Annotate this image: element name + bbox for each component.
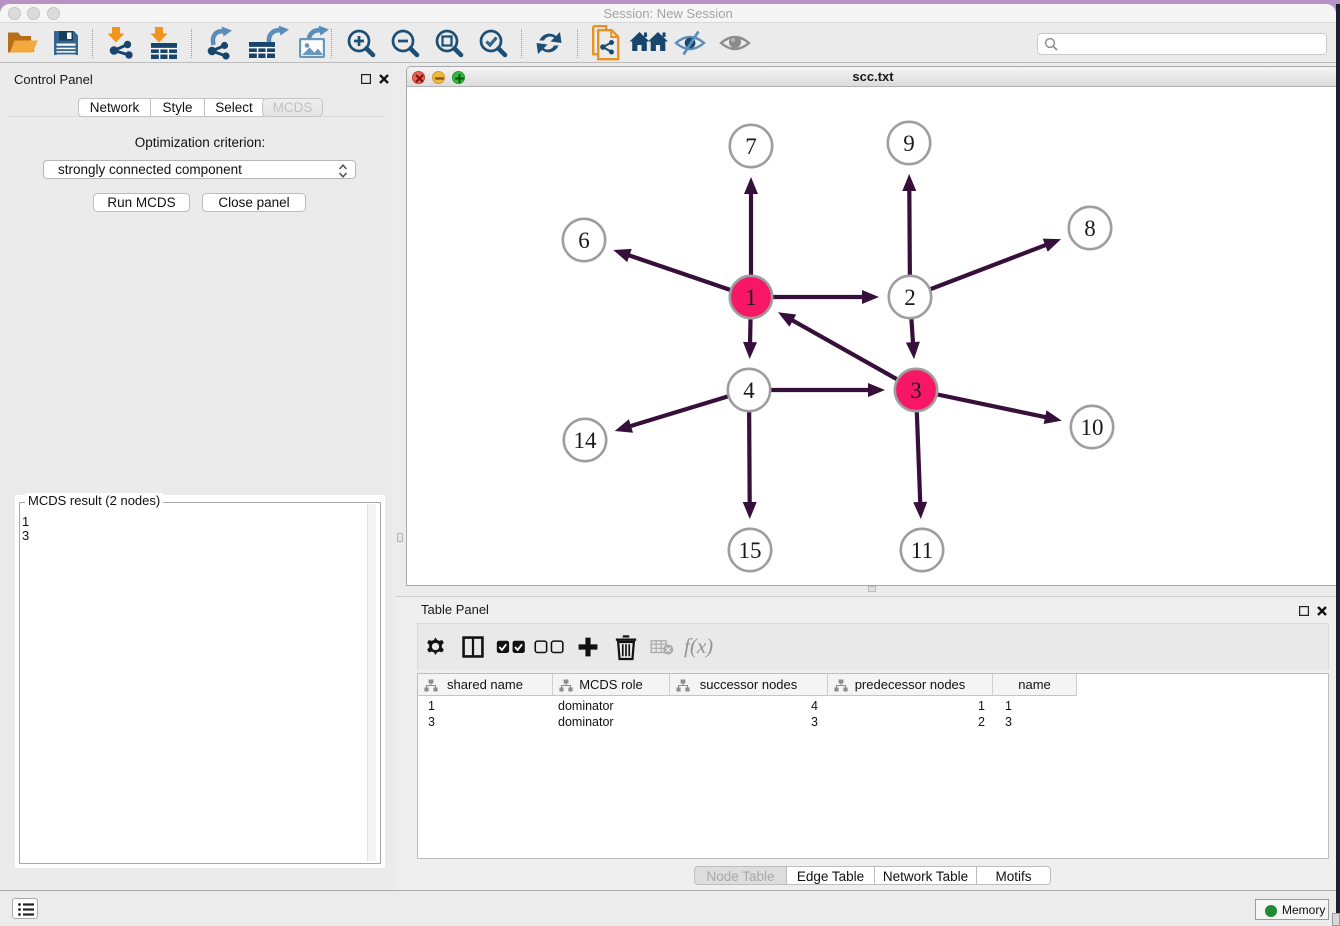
svg-text:6: 6 xyxy=(578,228,590,253)
svg-text:15: 15 xyxy=(739,538,762,563)
svg-text:7: 7 xyxy=(745,134,757,159)
svg-text:4: 4 xyxy=(743,378,755,403)
svg-text:1: 1 xyxy=(745,285,757,310)
svg-text:8: 8 xyxy=(1084,216,1096,241)
svg-text:10: 10 xyxy=(1081,415,1104,440)
svg-text:3: 3 xyxy=(910,378,922,403)
svg-text:9: 9 xyxy=(903,131,915,156)
svg-text:2: 2 xyxy=(904,285,916,310)
svg-text:11: 11 xyxy=(911,538,933,563)
svg-text:14: 14 xyxy=(574,428,598,453)
